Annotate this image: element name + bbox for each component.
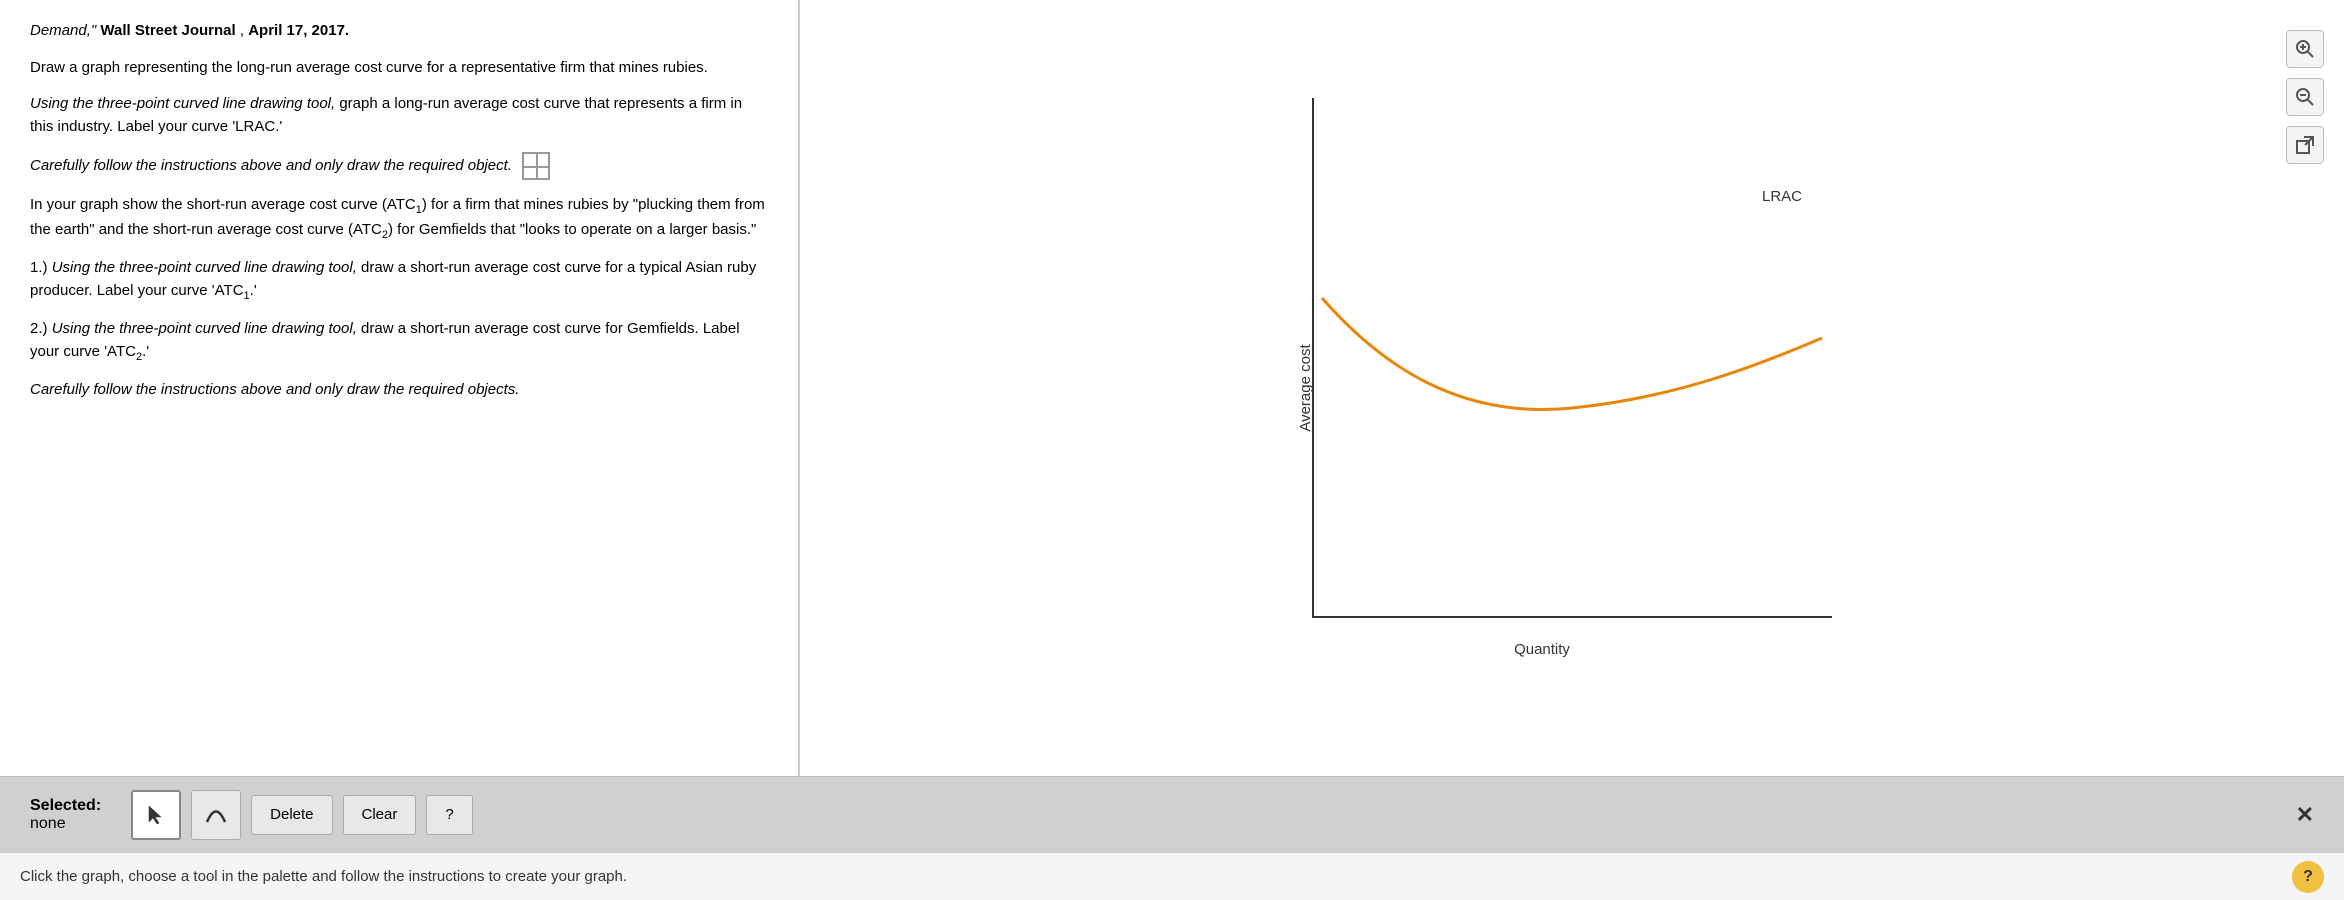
- zoom-out-icon: [2295, 87, 2315, 107]
- paragraph-careful-1: Carefully follow the instructions above …: [30, 152, 768, 180]
- lrac-curve-path: [1322, 298, 1822, 410]
- paragraph-careful-2: Carefully follow the instructions above …: [30, 379, 768, 402]
- paragraph-tool-atc1: 1.) Using the three-point curved line dr…: [30, 257, 768, 304]
- right-panel: Average cost Quantity LRAC: [800, 0, 2344, 776]
- zoom-out-button[interactable]: [2286, 78, 2324, 116]
- paragraph-tool-instruction-1: Using the three-point curved line drawin…: [30, 93, 768, 138]
- left-panel: Demand," Wall Street Journal , April 17,…: [0, 0, 800, 776]
- graph-area[interactable]: Average cost Quantity LRAC: [1252, 98, 1832, 678]
- status-bar: Click the graph, choose a tool in the pa…: [0, 852, 2344, 900]
- status-help-button[interactable]: ?: [2292, 861, 2324, 893]
- x-axis-label: Quantity: [1514, 641, 1570, 658]
- curve-tool-button[interactable]: [191, 790, 241, 840]
- delete-button[interactable]: Delete: [251, 795, 332, 835]
- bottom-toolbar: Selected: none Delete Clear ? ✕: [0, 776, 2344, 852]
- external-link-icon: [2296, 136, 2314, 154]
- paragraph-citation: Demand," Wall Street Journal , April 17,…: [30, 20, 768, 43]
- selected-info: Selected: none: [30, 797, 101, 833]
- paragraph-atc-description: In your graph show the short-run average…: [30, 194, 768, 243]
- clear-button[interactable]: Clear: [343, 795, 417, 835]
- grid-icon-container: [516, 157, 550, 174]
- right-toolbar: [2286, 30, 2324, 164]
- paragraph-instruction-1: Draw a graph representing the long-run a…: [30, 57, 768, 80]
- status-instruction: Click the graph, choose a tool in the pa…: [20, 868, 627, 885]
- zoom-in-icon: [2295, 39, 2315, 59]
- selected-label: Selected:: [30, 797, 101, 815]
- curve-icon: [205, 804, 227, 826]
- paragraph-tool-atc2: 2.) Using the three-point curved line dr…: [30, 318, 768, 365]
- zoom-in-button[interactable]: [2286, 30, 2324, 68]
- cursor-icon: [145, 804, 167, 826]
- lrac-curve-svg: [1312, 98, 1832, 618]
- external-link-button[interactable]: [2286, 126, 2324, 164]
- grid-icon: [522, 152, 550, 180]
- cursor-tool-button[interactable]: [131, 790, 181, 840]
- help-button[interactable]: ?: [426, 795, 472, 835]
- selected-value: none: [30, 815, 66, 833]
- close-button[interactable]: ✕: [2296, 802, 2314, 828]
